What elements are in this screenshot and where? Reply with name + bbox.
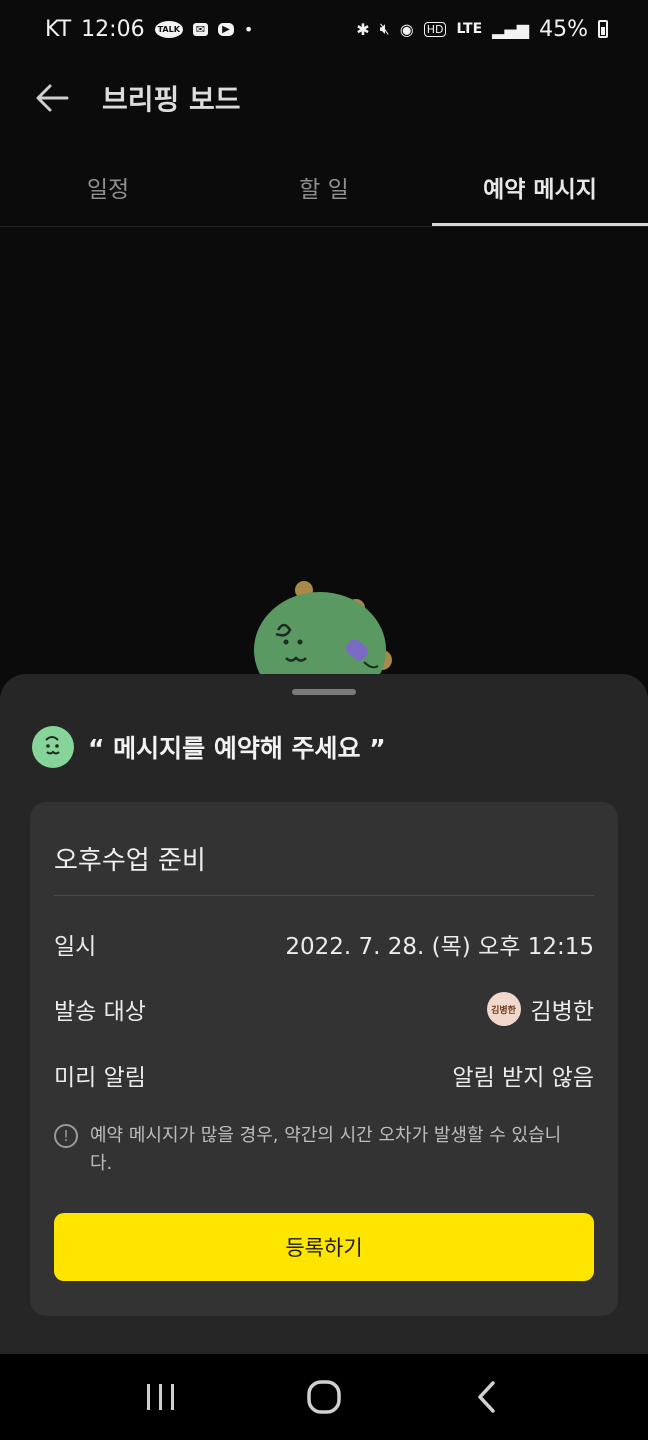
mascot-avatar-icon	[32, 726, 74, 768]
mail-icon: ✉	[192, 22, 209, 36]
drag-handle[interactable]	[292, 689, 356, 695]
app-header: 브리핑 보드	[0, 58, 648, 138]
lte-icon: LTE	[456, 21, 483, 37]
info-icon: !	[54, 1124, 78, 1148]
carrier: KT	[45, 16, 72, 42]
hotspot-icon: ◉	[399, 19, 414, 39]
tab-todo[interactable]: 할 일	[216, 148, 432, 226]
notice: ! 예약 메시지가 많을 경우, 약간의 시간 오차가 발생할 수 있습니다.	[54, 1122, 578, 1178]
tab-schedule[interactable]: 일정	[0, 148, 216, 226]
status-right: ✱ 🔇︎ ◉ HD LTE ▂▄▆ 45%	[356, 17, 608, 42]
recipient-label: 발송 대상	[54, 999, 146, 1025]
datetime-row[interactable]: 일시 2022. 7. 28. (목) 오후 12:15	[54, 924, 594, 964]
home-icon[interactable]	[294, 1367, 354, 1427]
recipient-avatar: 김병한	[486, 992, 521, 1026]
status-left: KT 12:06 TALK ✉ ▶ •	[45, 17, 253, 42]
sheet-heading: “ 메시지를 예약해 주세요 ”	[32, 726, 386, 768]
mute-icon: 🔇︎	[379, 19, 390, 38]
message-card: 오후수업 준비 일시 2022. 7. 28. (목) 오후 12:15 발송 …	[30, 802, 618, 1316]
battery-percent: 45%	[539, 16, 588, 42]
status-bar: KT 12:06 TALK ✉ ▶ • ✱ 🔇︎ ◉ HD LTE ▂▄▆ 45…	[0, 0, 648, 58]
datetime-value: 2022. 7. 28. (목) 오후 12:15	[285, 934, 594, 960]
recipient-row[interactable]: 발송 대상 김병한 김병한	[54, 989, 594, 1029]
dot-icon: •	[243, 19, 254, 39]
recent-apps-icon[interactable]	[131, 1367, 191, 1427]
clock: 12:06	[81, 16, 145, 42]
hd-icon: HD	[423, 21, 447, 37]
mascot-character-illustration	[250, 578, 400, 708]
sheet-heading-text: “ 메시지를 예약해 주세요 ”	[88, 734, 386, 763]
tab-reserved-message[interactable]: 예약 메시지	[432, 148, 648, 226]
reminder-row[interactable]: 미리 알림 알림 받지 않음	[54, 1055, 594, 1095]
datetime-label: 일시	[54, 934, 97, 960]
back-icon[interactable]	[457, 1367, 517, 1427]
signal-icon: ▂▄▆	[492, 19, 530, 39]
page-title: 브리핑 보드	[102, 83, 241, 116]
notice-text: 예약 메시지가 많을 경우, 약간의 시간 오차가 발생할 수 있습니다.	[90, 1125, 562, 1174]
system-nav-bar	[0, 1354, 648, 1440]
back-arrow-icon[interactable]	[32, 78, 72, 118]
bluetooth-icon: ✱	[356, 19, 370, 39]
message-title-input[interactable]: 오후수업 준비	[54, 840, 206, 877]
bottom-sheet: “ 메시지를 예약해 주세요 ” 오후수업 준비 일시 2022. 7. 28.…	[0, 674, 648, 1354]
recipient-name: 김병한	[530, 999, 594, 1025]
reminder-label: 미리 알림	[54, 1065, 146, 1091]
battery-icon	[598, 20, 608, 38]
register-button[interactable]: 등록하기	[54, 1213, 594, 1281]
recipient-value: 김병한 김병한	[486, 992, 594, 1026]
tab-bar: 일정 할 일 예약 메시지	[0, 148, 648, 227]
divider	[54, 895, 594, 896]
reminder-value: 알림 받지 않음	[452, 1065, 594, 1091]
youtube-icon: ▶	[218, 22, 234, 36]
kakaotalk-icon: TALK	[154, 20, 183, 38]
